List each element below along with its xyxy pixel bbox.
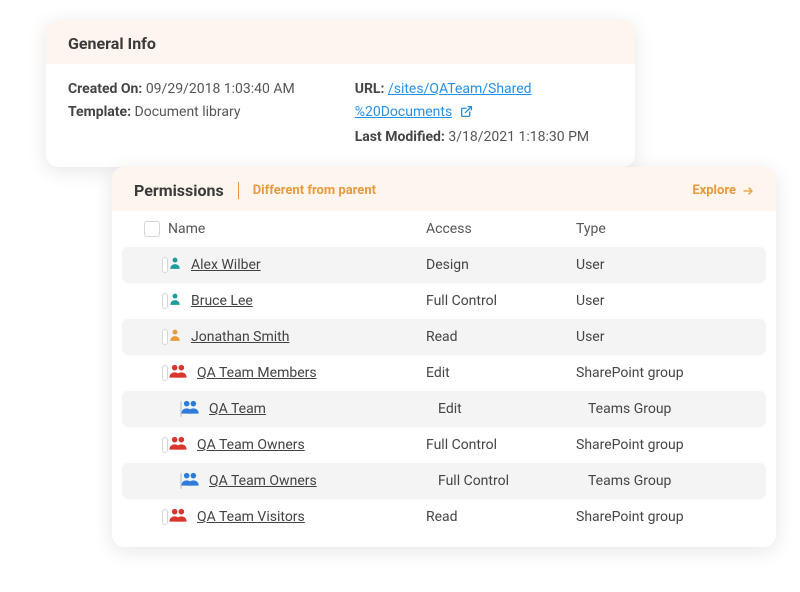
principal-name-link[interactable]: QA Team Owners (209, 473, 317, 489)
permissions-title: Permissions (134, 181, 224, 200)
url-link-line2[interactable]: %20Documents (355, 104, 452, 120)
general-info-header: General Info (46, 20, 635, 64)
access-value: Edit (426, 365, 576, 381)
url-link-line1[interactable]: /sites/QATeam/Shared (388, 81, 532, 97)
principal-name-link[interactable]: QA Team Visitors (197, 509, 305, 525)
type-value: Teams Group (588, 473, 754, 489)
table-row: QA Team Members EditSharePoint group (122, 355, 766, 391)
different-from-parent-label: Different from parent (253, 183, 376, 198)
user-icon (168, 255, 182, 275)
url-label: URL: (355, 81, 385, 97)
general-info-card: General Info Created On: 09/29/2018 1:03… (46, 20, 635, 167)
last-modified-label: Last Modified: (355, 129, 445, 145)
table-header: Name Access Type (122, 211, 766, 247)
group-icon (180, 471, 200, 491)
principal-name-link[interactable]: QA Team Owners (197, 437, 305, 453)
group-icon (180, 399, 200, 419)
table-row: QA Team Owners Full ControlTeams Group (122, 463, 766, 499)
column-type: Type (576, 221, 754, 237)
explore-label: Explore (692, 183, 736, 198)
principal-name-link[interactable]: QA Team Members (197, 365, 317, 381)
general-col-left: Created On: 09/29/2018 1:03:40 AM Templa… (68, 78, 295, 149)
arrow-right-icon (742, 185, 754, 197)
last-modified-value: 3/18/2021 1:18:30 PM (448, 129, 589, 145)
group-icon (168, 435, 188, 455)
permissions-header: Permissions Different from parent Explor… (112, 167, 776, 211)
general-info-title: General Info (68, 34, 613, 53)
table-row: Jonathan Smith ReadUser (122, 319, 766, 355)
access-value: Full Control (438, 473, 588, 489)
table-row: QA Team EditTeams Group (122, 391, 766, 427)
column-access: Access (426, 221, 576, 237)
table-row: Bruce Lee Full ControlUser (122, 283, 766, 319)
principal-name-link[interactable]: Alex Wilber (191, 257, 261, 273)
type-value: SharePoint group (576, 437, 754, 453)
created-on-value: 09/29/2018 1:03:40 AM (146, 81, 295, 97)
access-value: Edit (438, 401, 588, 417)
principal-name-link[interactable]: Bruce Lee (191, 293, 253, 309)
table-body: Alex WilberDesignUserBruce LeeFull Contr… (122, 247, 766, 535)
access-value: Full Control (426, 437, 576, 453)
type-value: SharePoint group (576, 509, 754, 525)
type-value: Teams Group (588, 401, 754, 417)
principal-name-link[interactable]: QA Team (209, 401, 266, 417)
template-value: Document library (135, 104, 241, 120)
created-on-label: Created On: (68, 81, 142, 97)
type-value: SharePoint group (576, 365, 754, 381)
user-icon (168, 291, 182, 311)
select-all-checkbox[interactable] (144, 221, 160, 237)
external-link-icon[interactable] (460, 103, 473, 126)
access-value: Read (426, 509, 576, 525)
group-icon (168, 363, 188, 383)
access-value: Full Control (426, 293, 576, 309)
principal-name-link[interactable]: Jonathan Smith (191, 329, 289, 345)
type-value: User (576, 257, 754, 273)
access-value: Design (426, 257, 576, 273)
template-label: Template: (68, 104, 131, 120)
explore-button[interactable]: Explore (692, 183, 754, 198)
type-value: User (576, 293, 754, 309)
header-divider (238, 182, 239, 199)
column-name: Name (168, 221, 426, 237)
type-value: User (576, 329, 754, 345)
general-info-body: Created On: 09/29/2018 1:03:40 AM Templa… (46, 64, 635, 167)
table-row: Alex Wilber DesignUser (122, 247, 766, 283)
user-icon (168, 327, 182, 347)
permissions-body: Name Access Type Alex WilberDesignUserBr… (112, 211, 776, 547)
access-value: Read (426, 329, 576, 345)
general-col-right: URL: /sites/QATeam/Shared %20Documents L… (355, 78, 589, 149)
table-row: QA Team Owners Full ControlSharePoint gro… (122, 427, 766, 463)
permissions-card: Permissions Different from parent Explor… (112, 167, 776, 547)
table-row: QA Team Visitors ReadSharePoint group (122, 499, 766, 535)
group-icon (168, 507, 188, 527)
